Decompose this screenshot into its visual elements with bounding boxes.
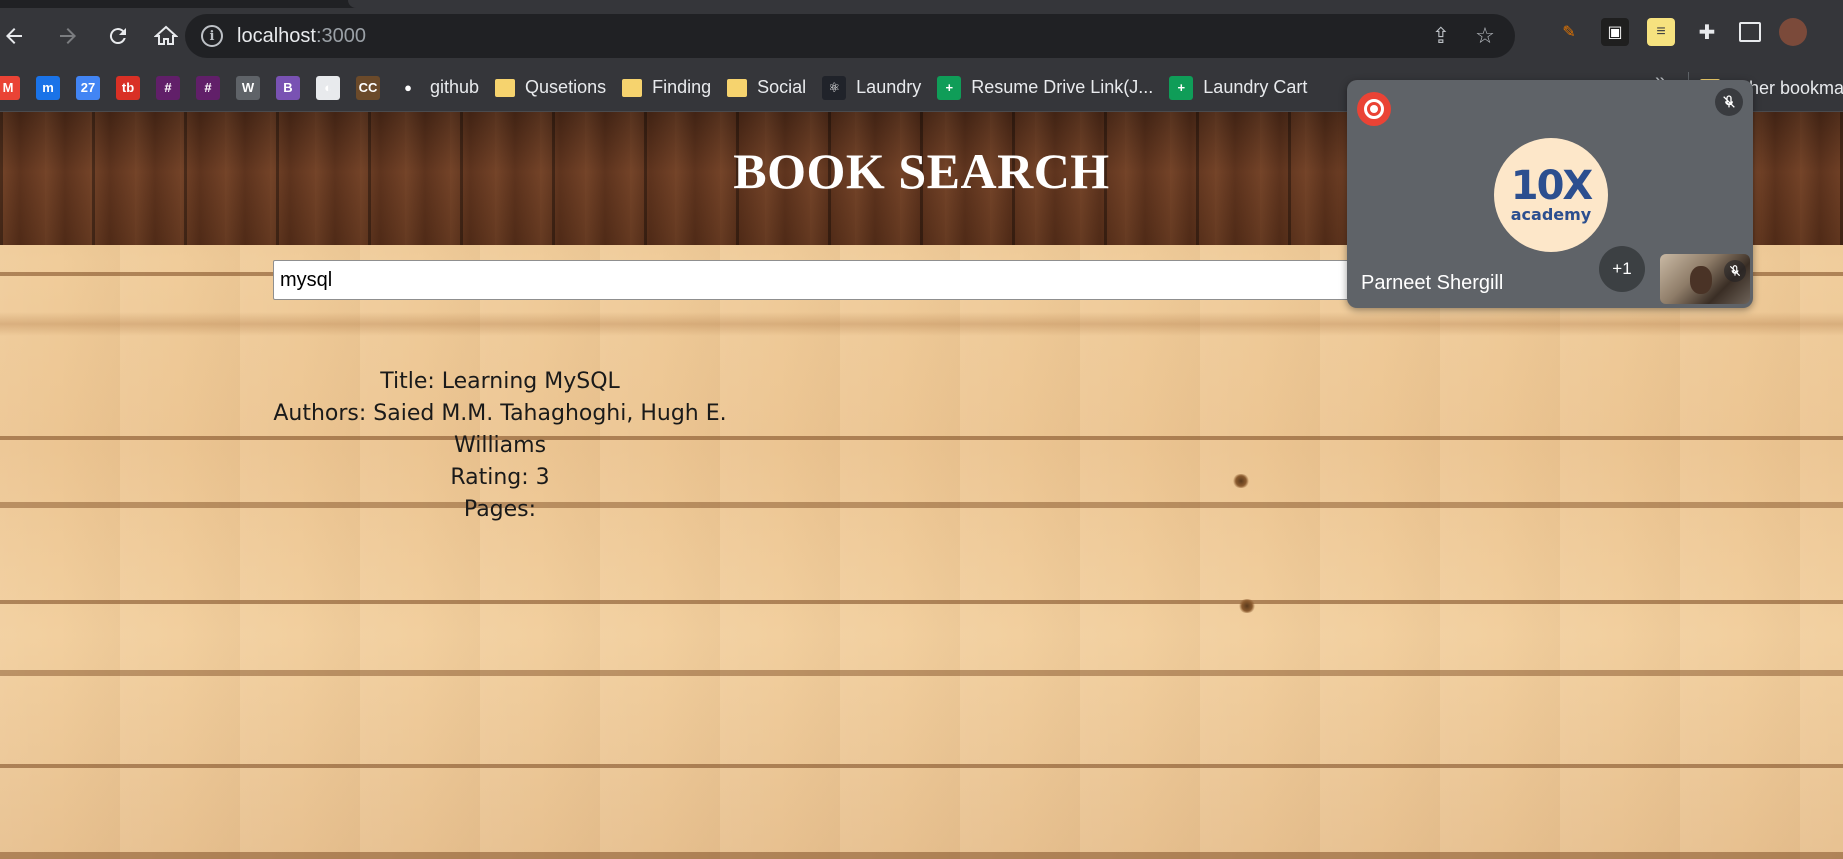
reload-button[interactable] <box>98 16 138 56</box>
home-button[interactable] <box>146 16 186 56</box>
side-panel-icon[interactable] <box>1739 22 1761 42</box>
bookmark-label: Laundry Cart <box>1203 77 1308 97</box>
puzzle-icon[interactable]: ✚ <box>1693 18 1721 46</box>
slack-1-icon: # <box>156 75 180 100</box>
forward-button[interactable] <box>48 16 88 56</box>
book-rating: Rating: 3 <box>450 465 550 490</box>
gmail-icon: M <box>0 75 20 100</box>
reload-icon <box>109 28 126 45</box>
bookmark-m[interactable]: m <box>36 70 60 106</box>
home-icon <box>154 25 178 45</box>
bookmark-label: github <box>430 77 480 97</box>
profile-avatar[interactable] <box>1779 18 1807 46</box>
tab-strip <box>0 0 1843 8</box>
recording-icon <box>1357 92 1391 126</box>
address-bar[interactable]: i localhost:3000 ⇪ ☆ <box>185 14 1515 58</box>
bookmark-folder-social[interactable]: Social <box>727 70 806 106</box>
bookmark-label: Laundry <box>856 77 922 97</box>
bookmark-label: Finding <box>652 77 712 97</box>
pen-extension-icon[interactable]: ✎ <box>1555 18 1583 46</box>
w-icon: W <box>236 75 260 100</box>
m-icon: m <box>36 75 60 100</box>
book-title: Title: Learning MySQL <box>380 369 620 394</box>
notes-extension-icon[interactable]: ≡ <box>1647 18 1675 46</box>
bookmark-github[interactable]: ● github <box>396 70 479 106</box>
laundry-icon: ⚛ <box>822 75 847 100</box>
browser-toolbar: i localhost:3000 ⇪ ☆ ✎ ▣ ≡ ✚ <box>0 8 1843 64</box>
laundry-cart-icon: + <box>1169 75 1194 100</box>
url-text: localhost:3000 <box>237 24 366 47</box>
active-tab-edge <box>348 0 1843 8</box>
folder-icon <box>495 78 516 97</box>
bookmark-resume[interactable]: + Resume Drive Link(J... <box>937 70 1153 106</box>
participant-avatar: 10X academy <box>1494 138 1608 252</box>
back-button[interactable] <box>0 16 34 56</box>
bootstrap-icon: B <box>276 75 300 100</box>
bookmark-bootstrap[interactable]: B <box>276 70 300 106</box>
arrow-right-icon <box>60 28 76 44</box>
site-info-icon[interactable]: i <box>201 25 223 47</box>
arrow-left-icon <box>6 28 22 44</box>
mic-off-icon <box>1724 260 1746 282</box>
camera-extension-icon[interactable]: ▣ <box>1601 18 1629 46</box>
bookmark-cc[interactable]: CC <box>356 70 380 106</box>
book-result: Title: Learning MySQL Authors: Saied M.M… <box>270 366 730 526</box>
folder-icon <box>727 78 748 97</box>
bookmark-star-icon[interactable]: ☆ <box>1471 22 1499 50</box>
book-pages: Pages: <box>463 497 537 522</box>
self-video-thumbnail[interactable] <box>1660 254 1750 304</box>
calendar-icon: 27 <box>76 75 100 100</box>
slack-2-icon: # <box>196 75 220 100</box>
share-icon[interactable]: ⇪ <box>1427 22 1455 50</box>
book-authors: Authors: Saied M.M. Tahaghoghi, Hugh E. … <box>273 401 727 458</box>
bookmark-laundry[interactable]: ⚛ Laundry <box>822 70 921 106</box>
bookmark-slack-2[interactable]: # <box>196 70 220 106</box>
folder-icon <box>622 78 643 97</box>
bookmark-gmail[interactable]: M <box>0 70 20 106</box>
bookmark-folder-finding[interactable]: Finding <box>622 70 711 106</box>
cc-icon: CC <box>356 75 380 100</box>
bookmark-laundry-cart[interactable]: + Laundry Cart <box>1169 70 1307 106</box>
bookmark-w[interactable]: W <box>236 70 260 106</box>
bookmark-slack-1[interactable]: # <box>156 70 180 106</box>
more-participants-badge[interactable]: +1 <box>1599 246 1645 292</box>
bookmark-app[interactable]: ◐ <box>316 70 340 106</box>
meet-pip-window[interactable]: 10X academy Parneet Shergill +1 <box>1347 80 1753 308</box>
app-icon: ◐ <box>316 75 340 100</box>
bookmark-label: Resume Drive Link(J... <box>971 77 1154 97</box>
bookmark-calendar[interactable]: 27 <box>76 70 100 106</box>
resume-icon: + <box>937 75 962 100</box>
bookmark-tb[interactable]: tb <box>116 70 140 106</box>
tb-icon: tb <box>116 75 140 100</box>
bookmark-label: Social <box>757 77 807 97</box>
github-icon: ● <box>396 75 420 100</box>
bookmark-label: Qusetions <box>525 77 607 97</box>
bookmark-folder-quest[interactable]: Qusetions <box>495 70 606 106</box>
mic-off-icon <box>1715 88 1743 116</box>
participant-name: Parneet Shergill <box>1361 272 1504 294</box>
